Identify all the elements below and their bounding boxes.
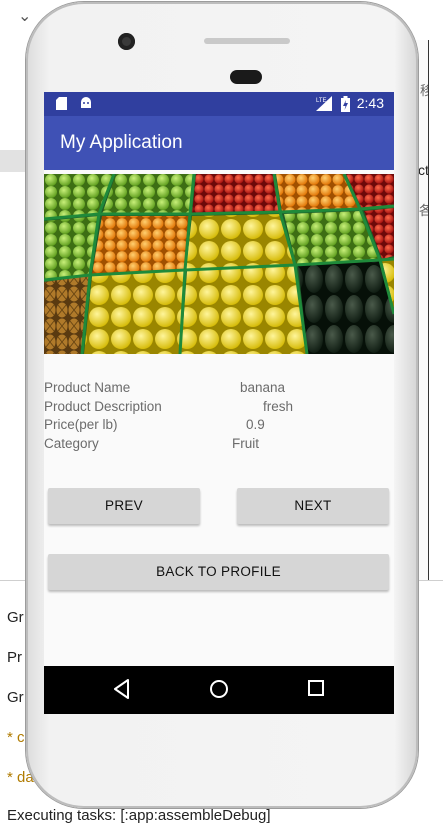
- home-icon[interactable]: [208, 678, 230, 700]
- back-to-profile-button[interactable]: BACK TO PROFILE: [48, 554, 389, 590]
- product-description-label: Product Description: [44, 399, 162, 414]
- console-line: Pr: [7, 649, 22, 666]
- product-image: [44, 174, 394, 354]
- phone-screen: LTE 2:43 My Application Product Name ban…: [44, 92, 394, 714]
- status-time: 2:43: [356, 95, 384, 111]
- product-name-value: banana: [240, 380, 286, 395]
- product-description-value: fresh: [263, 399, 294, 414]
- sd-card-icon: [56, 97, 67, 110]
- fruit-stand-image: [44, 174, 394, 354]
- svg-text:LTE: LTE: [316, 98, 327, 104]
- product-name-label: Product Name: [44, 380, 131, 395]
- app-title: My Application: [60, 132, 183, 153]
- product-name-row: Product Name banana: [44, 380, 394, 398]
- product-category-row: Category Fruit: [44, 436, 394, 454]
- recents-icon[interactable]: [307, 679, 325, 697]
- app-bar: My Application: [44, 116, 394, 170]
- lte-icon: LTE: [316, 96, 332, 111]
- back-icon[interactable]: [112, 678, 132, 700]
- chevron-down-icon[interactable]: ⌄: [18, 6, 31, 26]
- product-category-value: Fruit: [232, 436, 259, 451]
- status-bar: LTE 2:43: [44, 92, 394, 116]
- proximity-sensor: [230, 70, 262, 84]
- product-category-label: Category: [44, 436, 99, 451]
- prev-button[interactable]: PREV: [48, 488, 200, 524]
- ide-right-panel-border: [428, 40, 443, 608]
- android-icon: [81, 97, 91, 108]
- product-price-label: Price(per lb): [44, 417, 118, 432]
- earpiece: [204, 38, 290, 44]
- product-description-row: Product Description fresh: [44, 399, 394, 417]
- product-price-value: 0.9: [246, 417, 265, 432]
- navigation-bar: [44, 666, 394, 714]
- console-line: * c: [7, 729, 25, 746]
- front-camera: [118, 33, 135, 50]
- console-line: Gr: [7, 609, 24, 626]
- product-price-row: Price(per lb) 0.9: [44, 417, 394, 435]
- console-line: Gr: [7, 689, 24, 706]
- next-button[interactable]: NEXT: [237, 488, 389, 524]
- battery-icon: [341, 96, 350, 112]
- console-line: Executing tasks: [:app:assembleDebug]: [7, 807, 271, 824]
